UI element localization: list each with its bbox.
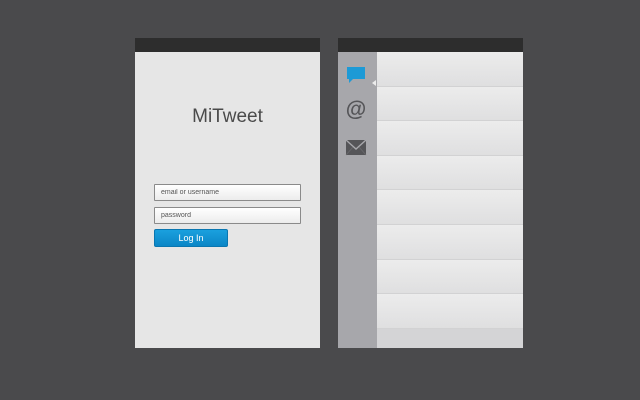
status-bar [135, 38, 320, 52]
list-item[interactable] [377, 190, 523, 225]
list-item[interactable] [377, 155, 523, 191]
at-sign-icon[interactable]: @ [345, 98, 367, 121]
chat-bubble-icon[interactable] [345, 64, 367, 86]
password-field[interactable] [154, 207, 301, 224]
feed-list [377, 52, 523, 348]
envelope-icon[interactable] [345, 136, 367, 158]
status-bar [338, 38, 523, 52]
login-button[interactable]: Log In [154, 229, 228, 247]
list-item[interactable] [377, 294, 523, 329]
feed-screen: @ [338, 38, 523, 348]
list-item[interactable] [377, 52, 523, 87]
sidebar: @ [338, 52, 377, 348]
login-screen: MiTweet Log In [135, 38, 320, 348]
selection-pointer [372, 80, 376, 86]
list-item[interactable] [377, 259, 523, 295]
list-item[interactable] [377, 86, 523, 122]
app-title: MiTweet [192, 106, 263, 127]
list-item[interactable] [377, 121, 523, 156]
at-sign-glyph: @ [346, 98, 366, 120]
list-item[interactable] [377, 224, 523, 260]
email-field[interactable] [154, 184, 301, 201]
